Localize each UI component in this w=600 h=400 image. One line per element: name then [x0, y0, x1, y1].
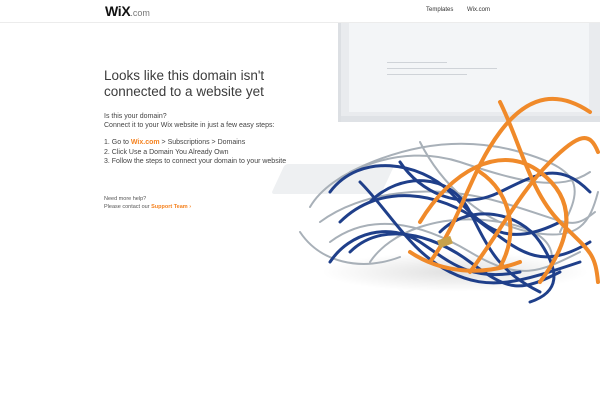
- instructions-text: Connect it to your Wix website in just a…: [104, 122, 275, 129]
- nav-wix-link[interactable]: Wix.com: [467, 7, 490, 13]
- nav-templates-link[interactable]: Templates: [426, 7, 453, 13]
- logo-main: WiX: [105, 3, 131, 19]
- wix-com-link[interactable]: Wix.com: [131, 139, 160, 146]
- step-3: 3. Follow the steps to connect your doma…: [104, 158, 287, 165]
- steps-list: 1. Go to Wix.com > Subscriptions > Domai…: [104, 138, 334, 167]
- headline-line-2: connected to a website yet: [104, 84, 264, 99]
- wix-logo[interactable]: WiX.com: [105, 3, 150, 19]
- question-text: Is this your domain?: [104, 113, 167, 120]
- step-1: 1. Go to Wix.com > Subscriptions > Domai…: [104, 138, 334, 148]
- main-content: Looks like this domain isn't connected t…: [104, 68, 334, 211]
- headline-line-1: Looks like this domain isn't: [104, 68, 265, 83]
- help-section: Need more help? Please contact our Suppo…: [104, 195, 334, 211]
- step-2: 2. Click Use a Domain You Already Own: [104, 148, 229, 156]
- intro-text: Is this your domain? Connect it to your …: [104, 112, 334, 130]
- support-team-link[interactable]: Support Team ›: [151, 204, 191, 210]
- top-bar: WiX.com Templates Wix.com: [0, 0, 600, 23]
- step-1-prefix: 1. Go to: [104, 139, 131, 146]
- help-contact: Please contact our Support Team ›: [104, 203, 334, 211]
- step-1-suffix: > Subscriptions > Domains: [159, 139, 246, 146]
- help-title: Need more help?: [104, 195, 147, 202]
- help-prefix: Please contact our: [104, 203, 152, 210]
- logo-suffix: .com: [130, 8, 150, 18]
- page-title: Looks like this domain isn't connected t…: [104, 68, 334, 100]
